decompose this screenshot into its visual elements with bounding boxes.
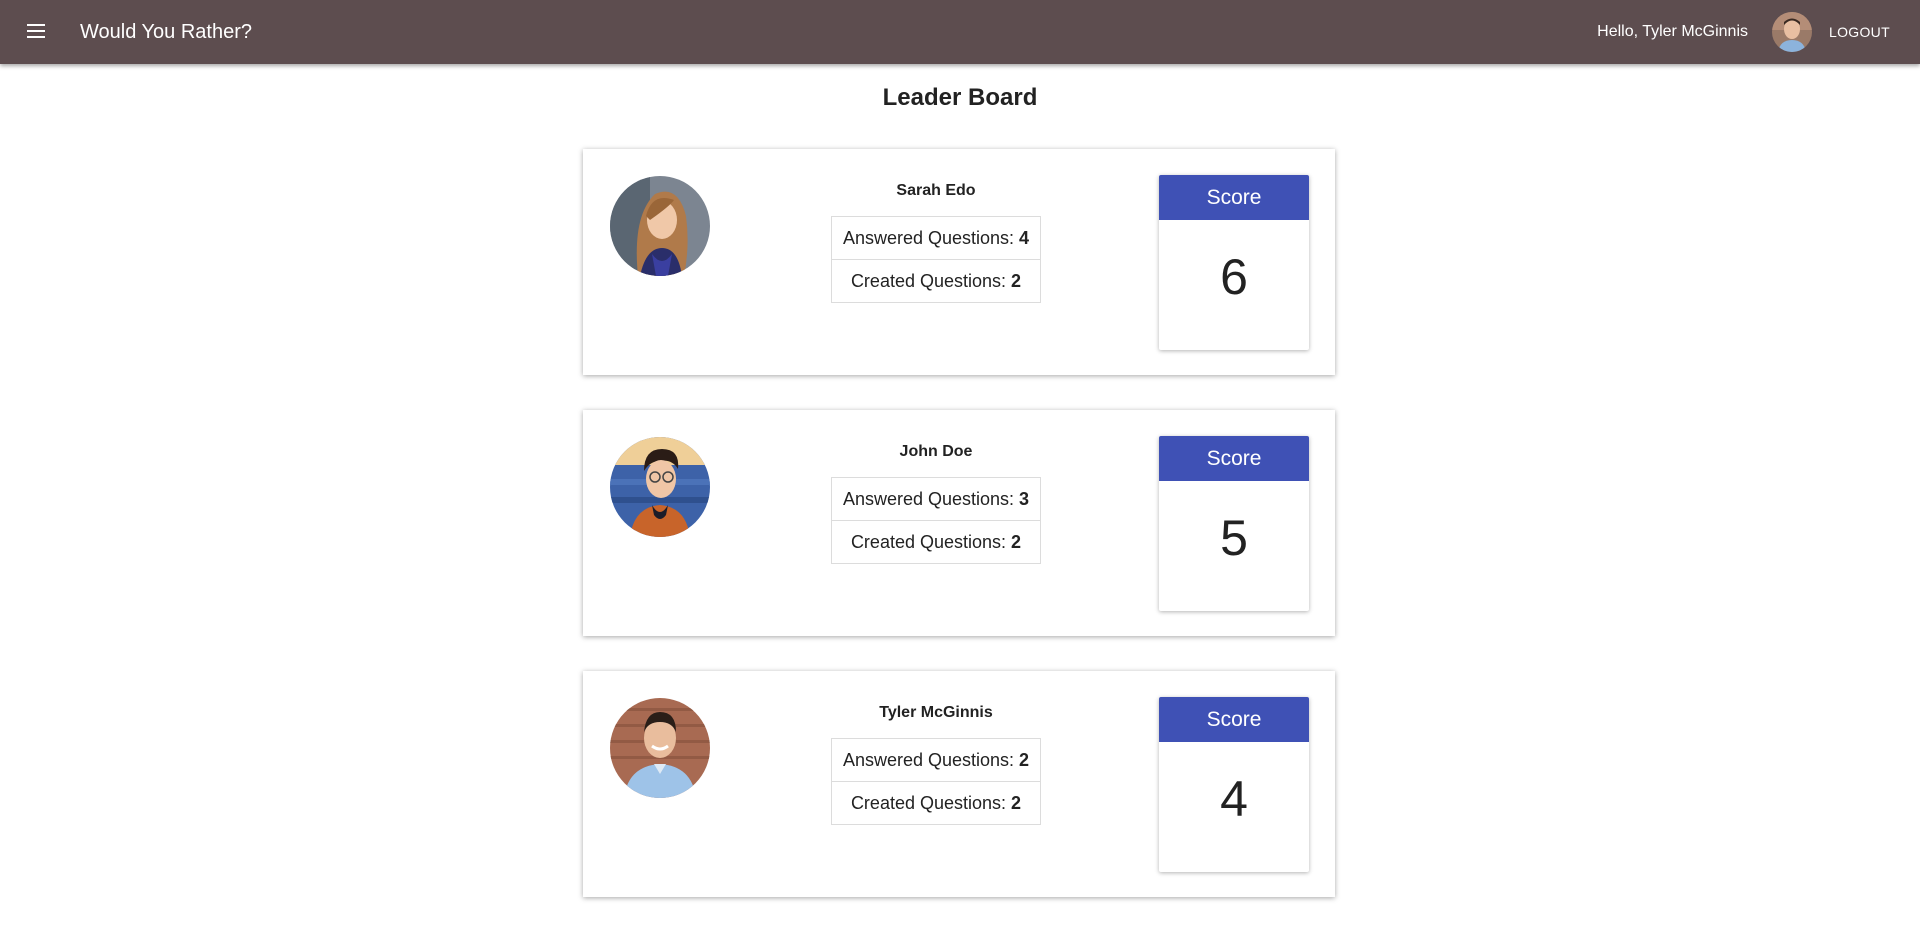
leaderboard-card: John Doe Answered Questions: 3 Created Q… xyxy=(583,410,1335,636)
score-card: Score 4 xyxy=(1159,697,1309,872)
answered-questions-count: 3 xyxy=(1019,489,1030,509)
score-card: Score 5 xyxy=(1159,436,1309,611)
answered-questions-label: Answered Questions: xyxy=(842,489,1020,509)
user-avatar xyxy=(610,437,710,537)
score-value: 4 xyxy=(1220,771,1248,827)
user-name: Tyler McGinnis xyxy=(879,704,993,721)
user-greeting: Hello, Tyler McGinnis xyxy=(1597,23,1748,40)
score-card: Score 6 xyxy=(1159,175,1309,350)
created-questions-label: Created Questions: xyxy=(850,271,1012,291)
user-name: Sarah Edo xyxy=(896,182,976,199)
created-questions-label: Created Questions: xyxy=(850,793,1012,813)
leaderboard-card: Tyler McGinnis Answered Questions: 2 Cre… xyxy=(583,671,1335,897)
score-value: 6 xyxy=(1220,249,1248,305)
page-title: Leader Board xyxy=(882,84,1038,111)
stats-table: Answered Questions: 4 Created Questions:… xyxy=(831,216,1041,303)
stats-table: Answered Questions: 2 Created Questions:… xyxy=(831,738,1041,825)
answered-questions-count: 2 xyxy=(1019,750,1030,770)
answered-questions-row: Answered Questions: 3 xyxy=(832,478,1040,520)
stats-table: Answered Questions: 3 Created Questions:… xyxy=(831,477,1041,564)
created-questions-label: Created Questions: xyxy=(850,532,1012,552)
answered-questions-row: Answered Questions: 2 xyxy=(832,739,1040,781)
answered-questions-row: Answered Questions: 4 xyxy=(832,217,1040,259)
user-avatar xyxy=(610,698,710,798)
created-questions-count: 2 xyxy=(1011,793,1022,813)
answered-questions-count: 4 xyxy=(1019,228,1030,248)
user-name: John Doe xyxy=(899,443,973,460)
created-questions-row: Created Questions: 2 xyxy=(832,520,1040,563)
hamburger-menu-icon[interactable] xyxy=(22,19,50,45)
user-avatar xyxy=(610,176,710,276)
answered-questions-label: Answered Questions: xyxy=(842,228,1020,248)
created-questions-row: Created Questions: 2 xyxy=(832,259,1040,302)
score-header: Score xyxy=(1159,697,1309,742)
score-header: Score xyxy=(1159,175,1309,220)
answered-questions-label: Answered Questions: xyxy=(842,750,1020,770)
app-bar: Would You Rather? Hello, Tyler McGinnis … xyxy=(0,0,1920,64)
created-questions-row: Created Questions: 2 xyxy=(832,781,1040,824)
app-title: Would You Rather? xyxy=(80,21,252,43)
score-header: Score xyxy=(1159,436,1309,481)
logout-button[interactable]: LOGOUT xyxy=(1829,24,1890,40)
current-user-avatar[interactable] xyxy=(1772,12,1812,52)
created-questions-count: 2 xyxy=(1011,271,1022,291)
leaderboard-card: Sarah Edo Answered Questions: 4 Created … xyxy=(583,149,1335,375)
score-value: 5 xyxy=(1220,510,1248,566)
created-questions-count: 2 xyxy=(1011,532,1022,552)
